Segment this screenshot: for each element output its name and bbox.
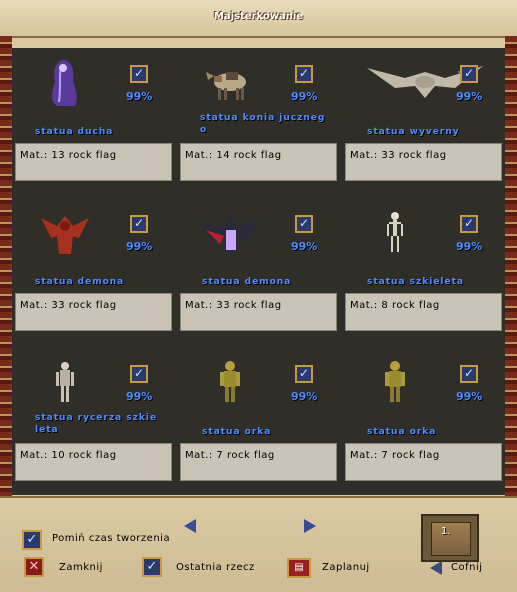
recipe-checkbox[interactable]: ✓ — [295, 215, 313, 233]
last-item-checkbox[interactable]: ✓ — [142, 557, 162, 577]
success-chance: 99% — [126, 90, 153, 103]
material-cost: Mat.: 33 rock flag — [180, 293, 337, 331]
success-chance: 99% — [291, 390, 318, 403]
recipe-name: statua wyverny — [367, 127, 460, 137]
success-chance: 99% — [126, 390, 153, 403]
success-chance: 99% — [126, 240, 153, 253]
crate-icon — [431, 522, 471, 556]
recipe-checkbox[interactable]: ✓ — [130, 65, 148, 83]
material-cost: Mat.: 14 rock flag — [180, 143, 337, 181]
orc-statue-icon — [365, 358, 425, 408]
close-button[interactable]: Zamknij — [59, 562, 103, 573]
item-grid: ✓ 99% statua ducha Mat.: 13 rock flag ✓ 99% st… — [12, 48, 505, 495]
recipe-cell[interactable]: ✓ 99% statua demona Mat.: 33 rock flag — [180, 198, 343, 343]
success-chance: 99% — [456, 390, 483, 403]
recipe-cell[interactable]: ✓ 99% statua ducha Mat.: 13 rock flag — [15, 48, 178, 193]
back-button[interactable]: Cofnij — [451, 562, 483, 573]
next-page-arrow-icon[interactable] — [304, 519, 316, 533]
red-demon-statue-icon — [35, 208, 95, 258]
selected-item-slot[interactable]: 1. — [421, 514, 479, 562]
frame-left — [0, 36, 12, 496]
recipe-name: statua demona — [202, 277, 292, 287]
recipe-checkbox[interactable]: ✓ — [460, 365, 478, 383]
skeleton-statue-icon — [365, 208, 425, 258]
recipe-cell[interactable]: ✓ 99% statua wyverny Mat.: 33 rock flag — [345, 48, 508, 193]
recipe-name: statua szkieleta — [367, 277, 464, 287]
selected-item-count: 1. — [441, 526, 451, 537]
recipe-checkbox[interactable]: ✓ — [130, 215, 148, 233]
recipe-cell[interactable]: ✓ 99% statua demona Mat.: 33 rock flag — [15, 198, 178, 343]
skeleton-knight-statue-icon — [35, 358, 95, 408]
recipe-name: statua orka — [367, 427, 437, 437]
recipe-cell[interactable]: ✓ 99% statua szkieleta Mat.: 8 rock flag — [345, 198, 508, 343]
winged-demon-statue-icon — [200, 208, 260, 258]
material-cost: Mat.: 10 rock flag — [15, 443, 172, 481]
recipe-name: statua konia juczneg o — [200, 113, 326, 135]
recipe-name: statua demona — [35, 277, 125, 287]
material-cost: Mat.: 13 rock flag — [15, 143, 172, 181]
recipe-name: statua ducha — [35, 127, 114, 137]
skip-time-label: Pomiń czas tworzenia — [52, 533, 171, 544]
material-cost: Mat.: 8 rock flag — [345, 293, 502, 331]
recipe-checkbox[interactable]: ✓ — [460, 215, 478, 233]
success-chance: 99% — [291, 90, 318, 103]
crafting-window: Majsterkowanie ✓ 99% statua ducha Mat.: 13 … — [0, 0, 517, 592]
recipe-cell[interactable]: ✓ 99% statua orka Mat.: 7 rock flag — [180, 348, 343, 493]
recipe-name: statua orka — [202, 427, 272, 437]
title-bar[interactable]: Majsterkowanie — [0, 0, 517, 38]
recipe-cell[interactable]: ✓ 99% statua orka Mat.: 7 rock flag — [345, 348, 508, 493]
back-arrow-icon[interactable] — [430, 561, 442, 575]
recipe-checkbox[interactable]: ✓ — [460, 65, 478, 83]
recipe-cell[interactable]: ✓ 99% statua rycerza szkie leta Mat.: 10 ro… — [15, 348, 178, 493]
prev-page-arrow-icon[interactable] — [184, 519, 196, 533]
success-chance: 99% — [291, 240, 318, 253]
recipe-name: statua rycerza szkie leta — [35, 413, 158, 435]
success-chance: 99% — [456, 90, 483, 103]
material-cost: Mat.: 33 rock flag — [345, 143, 502, 181]
close-icon[interactable]: ✕ — [24, 557, 44, 577]
success-chance: 99% — [456, 240, 483, 253]
plan-icon[interactable]: ▤ — [287, 558, 311, 578]
last-item-label: Ostatnia rzecz — [176, 562, 255, 573]
recipe-checkbox[interactable]: ✓ — [130, 365, 148, 383]
recipe-checkbox[interactable]: ✓ — [295, 365, 313, 383]
skip-time-checkbox[interactable]: ✓ — [22, 530, 42, 550]
recipe-checkbox[interactable]: ✓ — [295, 65, 313, 83]
recipe-cell[interactable]: ✓ 99% statua konia juczneg o Mat.: 14 rock … — [180, 48, 343, 193]
window-title: Majsterkowanie — [213, 11, 304, 22]
orc-statue-icon — [200, 358, 260, 408]
material-cost: Mat.: 33 rock flag — [15, 293, 172, 331]
ghost-statue-icon — [35, 58, 95, 108]
material-cost: Mat.: 7 rock flag — [345, 443, 502, 481]
material-cost: Mat.: 7 rock flag — [180, 443, 337, 481]
pack-horse-statue-icon — [200, 58, 260, 108]
plan-button[interactable]: Zaplanuj — [322, 562, 370, 573]
